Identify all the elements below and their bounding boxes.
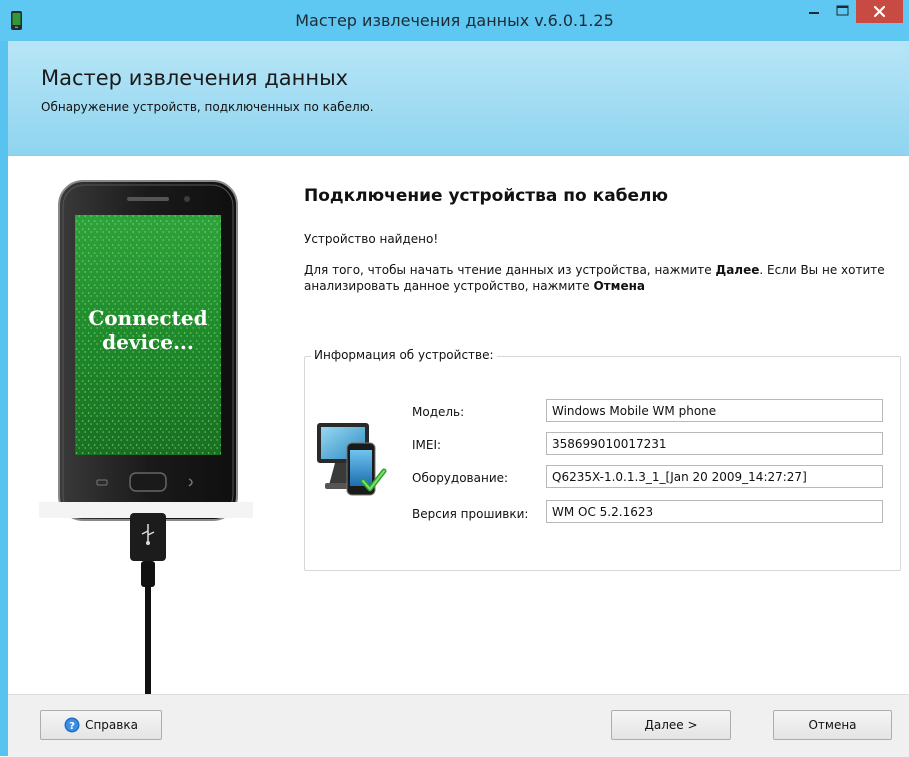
imei-label: IMEI: (412, 438, 442, 452)
minimize-icon[interactable] (797, 0, 831, 23)
svg-text:?: ? (69, 721, 75, 732)
wizard-frame: Мастер извлечения данных Обнаружение уст… (8, 41, 909, 757)
model-field[interactable]: Windows Mobile WM phone (546, 399, 883, 422)
header-title: Мастер извлечения данных (41, 66, 349, 90)
section-title: Подключение устройства по кабелю (304, 186, 669, 206)
screen-text-line1: Connected (88, 306, 207, 330)
help-label: Справка (85, 718, 138, 732)
firmware-field[interactable]: WM OC 5.2.1623 (546, 500, 883, 523)
cancel-button[interactable]: Отмена (773, 710, 892, 740)
hardware-label: Оборудование: (412, 471, 509, 485)
help-button[interactable]: ? Справка (40, 710, 162, 740)
screen-text-line2: device... (102, 330, 194, 354)
maximize-icon[interactable] (831, 0, 856, 23)
firmware-label: Версия прошивки: (412, 507, 529, 521)
instruction-next-keyword: Далее (715, 263, 760, 277)
close-icon[interactable] (856, 0, 903, 23)
device-found-text: Устройство найдено! (304, 232, 439, 246)
device-connected-icon (317, 423, 387, 496)
header-subtitle: Обнаружение устройств, подключенных по к… (41, 100, 374, 114)
instruction-text: Для того, чтобы начать чтение данных из … (304, 262, 889, 294)
window-title: Мастер извлечения данных v.6.0.1.25 (295, 11, 614, 30)
imei-field[interactable]: 358699010017231 (546, 432, 883, 455)
app-window: Мастер извлечения данных v.6.0.1.25 Маст… (0, 0, 909, 757)
hardware-field[interactable]: Q6235X-1.0.1.3_1_[Jan 20 2009_14:27:27] (546, 465, 883, 488)
wizard-body: Connected device... Подключение устройст… (8, 156, 909, 699)
wizard-header: Мастер извлечения данных Обнаружение уст… (8, 41, 909, 156)
help-icon: ? (64, 717, 80, 733)
instruction-cancel-keyword: Отмена (593, 279, 645, 293)
wizard-footer: ? Справка Далее > Отмена (8, 694, 909, 757)
device-info-group: Информация об устройстве: Модель: Window… (304, 348, 901, 571)
connected-phone-illustration: Connected device... (39, 180, 253, 699)
instruction-part1: Для того, чтобы начать чтение данных из … (304, 263, 716, 277)
title-bar[interactable]: Мастер извлечения данных v.6.0.1.25 (0, 0, 909, 41)
device-info-legend: Информация об устройстве: (311, 348, 497, 362)
model-label: Модель: (412, 405, 465, 419)
next-button[interactable]: Далее > (611, 710, 731, 740)
